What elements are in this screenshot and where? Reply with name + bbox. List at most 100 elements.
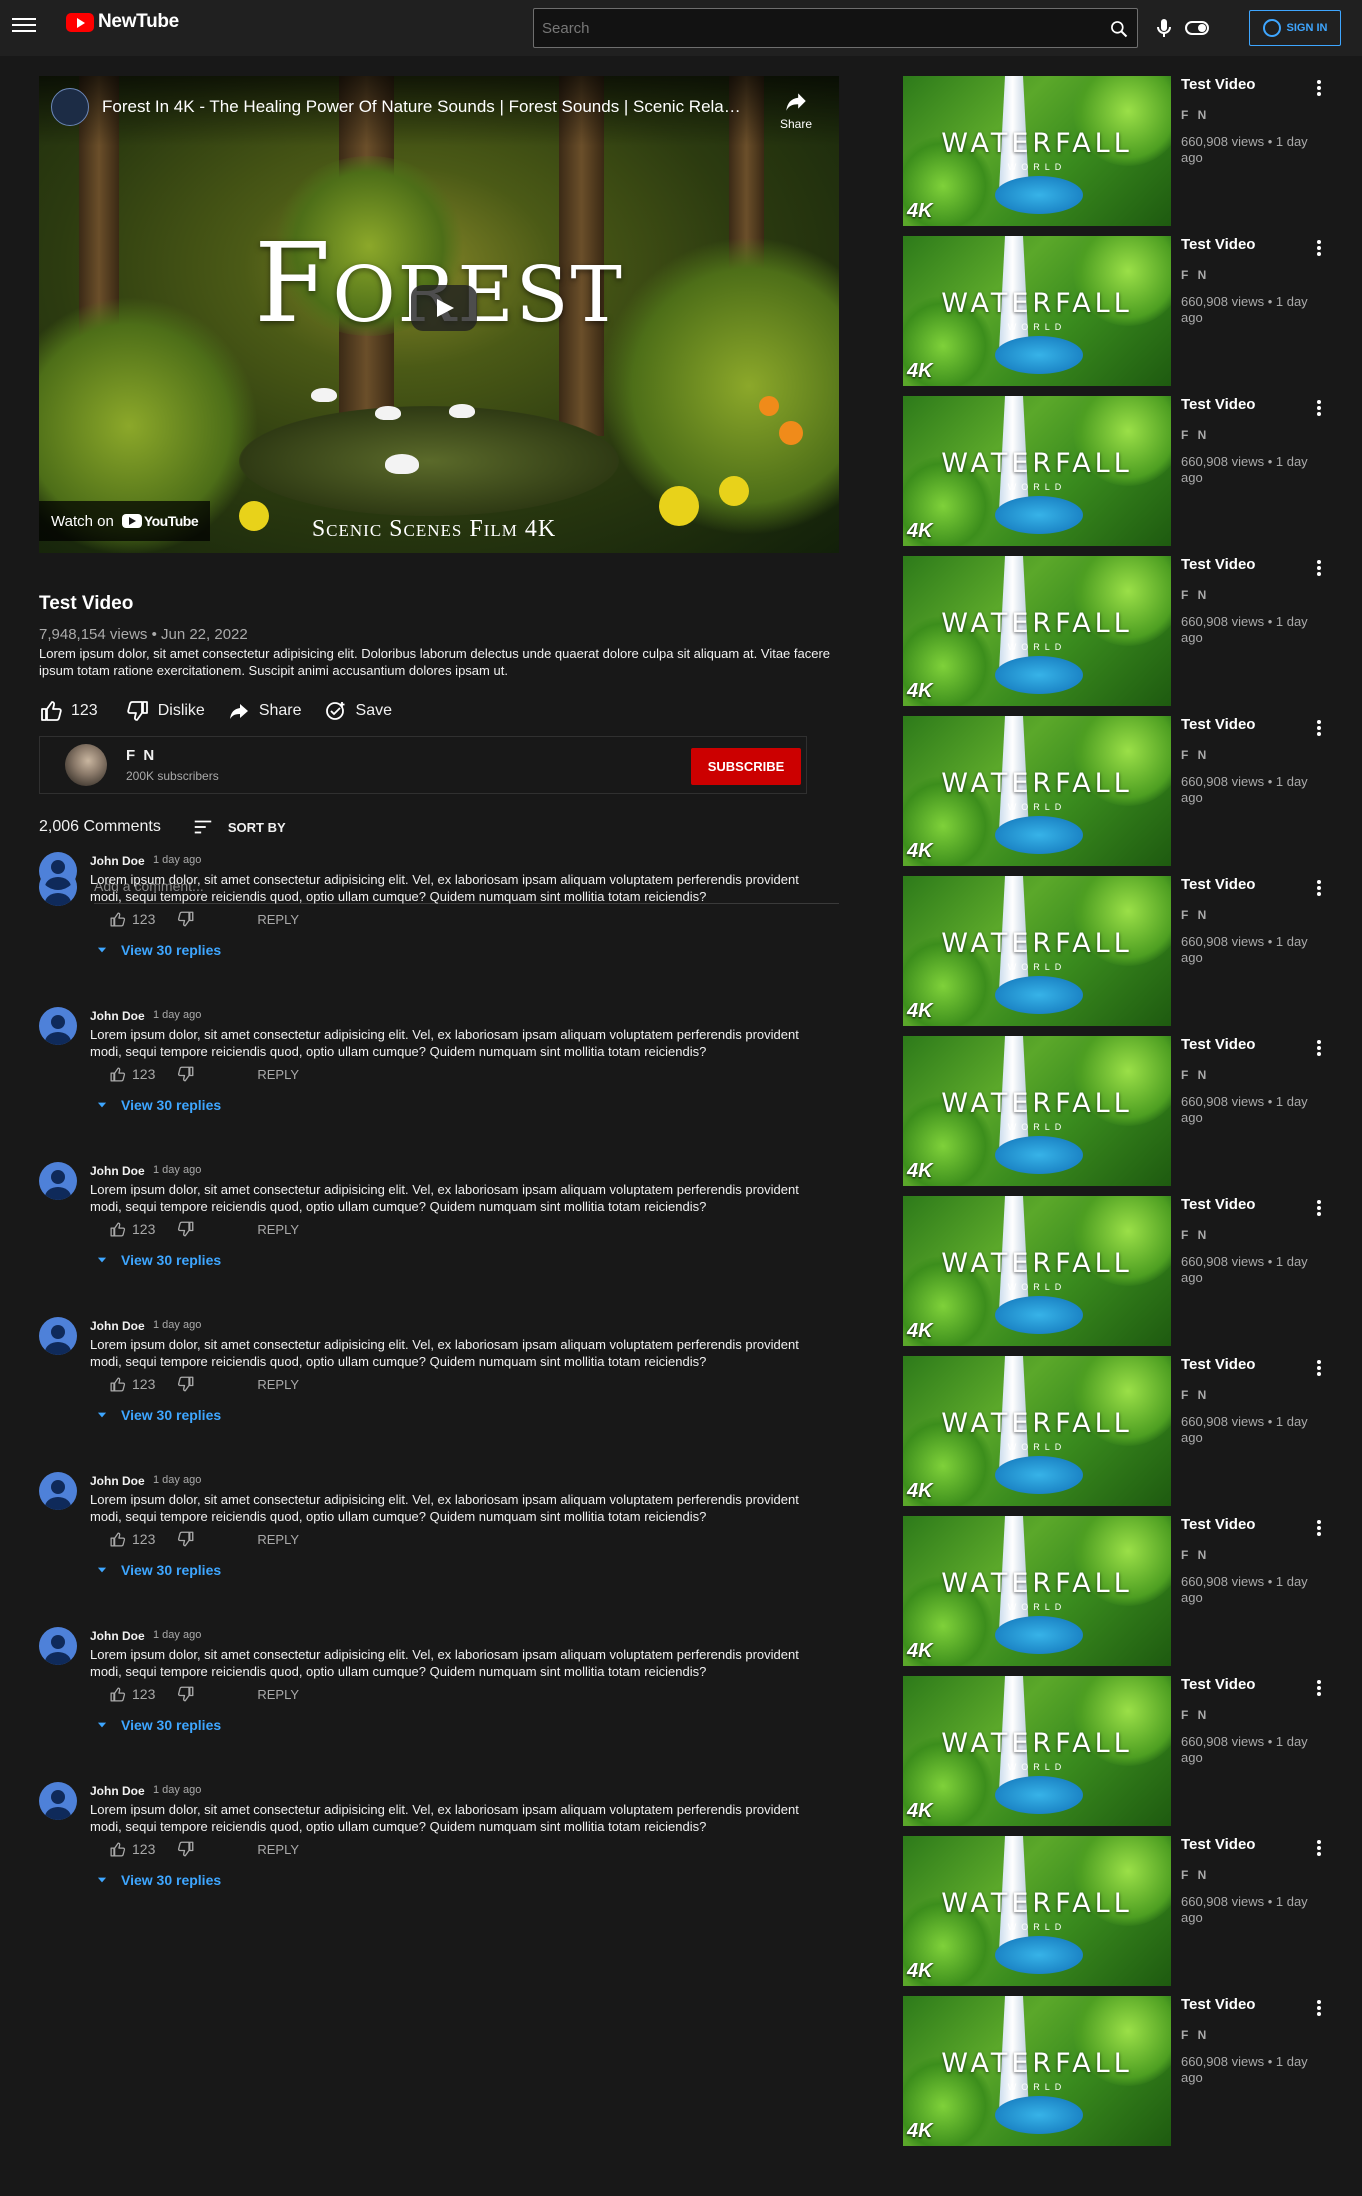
player-share-button[interactable]: Share bbox=[774, 88, 818, 131]
recommended-video-card[interactable]: WATERFALL WORLD 4K Test Video F N 660,908 vie… bbox=[903, 1356, 1343, 1506]
reply-button[interactable]: REPLY bbox=[257, 1687, 299, 1702]
view-replies-button[interactable]: View 30 replies bbox=[95, 1562, 221, 1578]
view-replies-button[interactable]: View 30 replies bbox=[95, 1097, 221, 1113]
video-thumbnail[interactable]: WATERFALL WORLD 4K bbox=[903, 1676, 1171, 1826]
view-replies-button[interactable]: View 30 replies bbox=[95, 1407, 221, 1423]
theme-toggle-icon[interactable] bbox=[1184, 16, 1210, 40]
thumbs-down-icon[interactable] bbox=[177, 1220, 195, 1238]
recommended-video-card[interactable]: WATERFALL WORLD 4K Test Video F N 660,908 vie… bbox=[903, 396, 1343, 546]
logo[interactable]: NewTube bbox=[66, 11, 179, 33]
recommended-video-title[interactable]: Test Video bbox=[1181, 1516, 1255, 1533]
reply-button[interactable]: REPLY bbox=[257, 1067, 299, 1082]
video-thumbnail[interactable]: WATERFALL WORLD 4K bbox=[903, 1036, 1171, 1186]
comment-like-button[interactable]: 123 bbox=[109, 1531, 155, 1548]
save-button[interactable]: Save bbox=[324, 699, 392, 723]
recommended-video-card[interactable]: WATERFALL WORLD 4K Test Video F N 660,908 vie… bbox=[903, 716, 1343, 866]
recommended-video-card[interactable]: WATERFALL WORLD 4K Test Video F N 660,908 vie… bbox=[903, 876, 1343, 1026]
recommended-channel-name[interactable]: F N bbox=[1181, 1228, 1209, 1242]
thumbs-down-icon[interactable] bbox=[177, 910, 195, 928]
reply-button[interactable]: REPLY bbox=[257, 912, 299, 927]
video-player[interactable]: Forest In 4K - The Healing Power Of Natu… bbox=[39, 76, 839, 553]
recommended-video-card[interactable]: WATERFALL WORLD 4K Test Video F N 660,908 vie… bbox=[903, 236, 1343, 386]
recommended-video-title[interactable]: Test Video bbox=[1181, 1036, 1255, 1053]
subscribe-button[interactable]: SUBSCRIBE bbox=[691, 748, 801, 785]
video-thumbnail[interactable]: WATERFALL WORLD 4K bbox=[903, 1516, 1171, 1666]
recommended-video-title[interactable]: Test Video bbox=[1181, 1196, 1255, 1213]
recommended-video-card[interactable]: WATERFALL WORLD 4K Test Video F N 660,908 vie… bbox=[903, 1516, 1343, 1666]
thumbs-down-icon[interactable] bbox=[177, 1065, 195, 1083]
recommended-channel-name[interactable]: F N bbox=[1181, 1708, 1209, 1722]
view-replies-button[interactable]: View 30 replies bbox=[95, 942, 221, 958]
sign-in-button[interactable]: SIGN IN bbox=[1249, 10, 1341, 46]
recommended-video-title[interactable]: Test Video bbox=[1181, 1996, 1255, 2013]
watch-on-youtube-button[interactable]: Watch on YouTube bbox=[39, 501, 211, 541]
more-options-icon[interactable] bbox=[1307, 1838, 1331, 1862]
commenter-avatar[interactable] bbox=[39, 852, 77, 890]
more-options-icon[interactable] bbox=[1307, 1998, 1331, 2022]
recommended-video-card[interactable]: WATERFALL WORLD 4K Test Video F N 660,908 vie… bbox=[903, 1196, 1343, 1346]
recommended-video-card[interactable]: WATERFALL WORLD 4K Test Video F N 660,908 vie… bbox=[903, 1676, 1343, 1826]
video-thumbnail[interactable]: WATERFALL WORLD 4K bbox=[903, 876, 1171, 1026]
recommended-channel-name[interactable]: F N bbox=[1181, 1868, 1209, 1882]
search-input[interactable] bbox=[534, 9, 1094, 47]
comment-like-button[interactable]: 123 bbox=[109, 911, 155, 928]
recommended-video-title[interactable]: Test Video bbox=[1181, 1836, 1255, 1853]
recommended-channel-name[interactable]: F N bbox=[1181, 428, 1209, 442]
more-options-icon[interactable] bbox=[1307, 398, 1331, 422]
commenter-avatar[interactable] bbox=[39, 1472, 77, 1510]
recommended-channel-name[interactable]: F N bbox=[1181, 1388, 1209, 1402]
more-options-icon[interactable] bbox=[1307, 1198, 1331, 1222]
comment-author[interactable]: John Doe bbox=[90, 1164, 145, 1178]
comment-like-button[interactable]: 123 bbox=[109, 1221, 155, 1238]
recommended-channel-name[interactable]: F N bbox=[1181, 1068, 1209, 1082]
recommended-video-card[interactable]: WATERFALL WORLD 4K Test Video F N 660,908 vie… bbox=[903, 76, 1343, 226]
recommended-channel-name[interactable]: F N bbox=[1181, 588, 1209, 602]
video-thumbnail[interactable]: WATERFALL WORLD 4K bbox=[903, 236, 1171, 386]
reply-button[interactable]: REPLY bbox=[257, 1532, 299, 1547]
recommended-channel-name[interactable]: F N bbox=[1181, 268, 1209, 282]
hamburger-menu-icon[interactable] bbox=[12, 15, 36, 33]
thumbs-down-icon[interactable] bbox=[177, 1685, 195, 1703]
commenter-avatar[interactable] bbox=[39, 1162, 77, 1200]
more-options-icon[interactable] bbox=[1307, 1678, 1331, 1702]
comment-author[interactable]: John Doe bbox=[90, 1629, 145, 1643]
thumbs-down-icon[interactable] bbox=[177, 1530, 195, 1548]
comment-author[interactable]: John Doe bbox=[90, 1009, 145, 1023]
recommended-channel-name[interactable]: F N bbox=[1181, 908, 1209, 922]
thumbs-down-icon[interactable] bbox=[177, 1375, 195, 1393]
video-thumbnail[interactable]: WATERFALL WORLD 4K bbox=[903, 1196, 1171, 1346]
sort-by-button[interactable]: SORT BY bbox=[192, 816, 286, 838]
reply-button[interactable]: REPLY bbox=[257, 1377, 299, 1392]
search-icon[interactable] bbox=[1109, 19, 1129, 39]
comment-like-button[interactable]: 123 bbox=[109, 1841, 155, 1858]
recommended-video-card[interactable]: WATERFALL WORLD 4K Test Video F N 660,908 vie… bbox=[903, 1996, 1343, 2146]
more-options-icon[interactable] bbox=[1307, 238, 1331, 262]
recommended-video-title[interactable]: Test Video bbox=[1181, 396, 1255, 413]
video-thumbnail[interactable]: WATERFALL WORLD 4K bbox=[903, 1836, 1171, 1986]
more-options-icon[interactable] bbox=[1307, 878, 1331, 902]
recommended-video-title[interactable]: Test Video bbox=[1181, 556, 1255, 573]
comment-author[interactable]: John Doe bbox=[90, 854, 145, 868]
comment-like-button[interactable]: 123 bbox=[109, 1376, 155, 1393]
recommended-video-card[interactable]: WATERFALL WORLD 4K Test Video F N 660,908 vie… bbox=[903, 556, 1343, 706]
share-button[interactable]: Share bbox=[227, 699, 302, 723]
more-options-icon[interactable] bbox=[1307, 1038, 1331, 1062]
player-channel-logo[interactable] bbox=[51, 88, 89, 126]
recommended-video-title[interactable]: Test Video bbox=[1181, 76, 1255, 93]
more-options-icon[interactable] bbox=[1307, 1518, 1331, 1542]
more-options-icon[interactable] bbox=[1307, 718, 1331, 742]
commenter-avatar[interactable] bbox=[39, 1317, 77, 1355]
view-replies-button[interactable]: View 30 replies bbox=[95, 1252, 221, 1268]
recommended-channel-name[interactable]: F N bbox=[1181, 748, 1209, 762]
thumbs-down-icon[interactable] bbox=[177, 1840, 195, 1858]
dislike-button[interactable]: Dislike bbox=[126, 699, 205, 723]
video-thumbnail[interactable]: WATERFALL WORLD 4K bbox=[903, 716, 1171, 866]
view-replies-button[interactable]: View 30 replies bbox=[95, 1872, 221, 1888]
player-overlay-title[interactable]: Forest In 4K - The Healing Power Of Natu… bbox=[102, 97, 762, 117]
microphone-icon[interactable] bbox=[1152, 16, 1176, 40]
comment-author[interactable]: John Doe bbox=[90, 1784, 145, 1798]
recommended-video-card[interactable]: WATERFALL WORLD 4K Test Video F N 660,908 vie… bbox=[903, 1036, 1343, 1186]
video-thumbnail[interactable]: WATERFALL WORLD 4K bbox=[903, 556, 1171, 706]
video-thumbnail[interactable]: WATERFALL WORLD 4K bbox=[903, 1356, 1171, 1506]
like-button[interactable]: 123 bbox=[39, 699, 98, 723]
